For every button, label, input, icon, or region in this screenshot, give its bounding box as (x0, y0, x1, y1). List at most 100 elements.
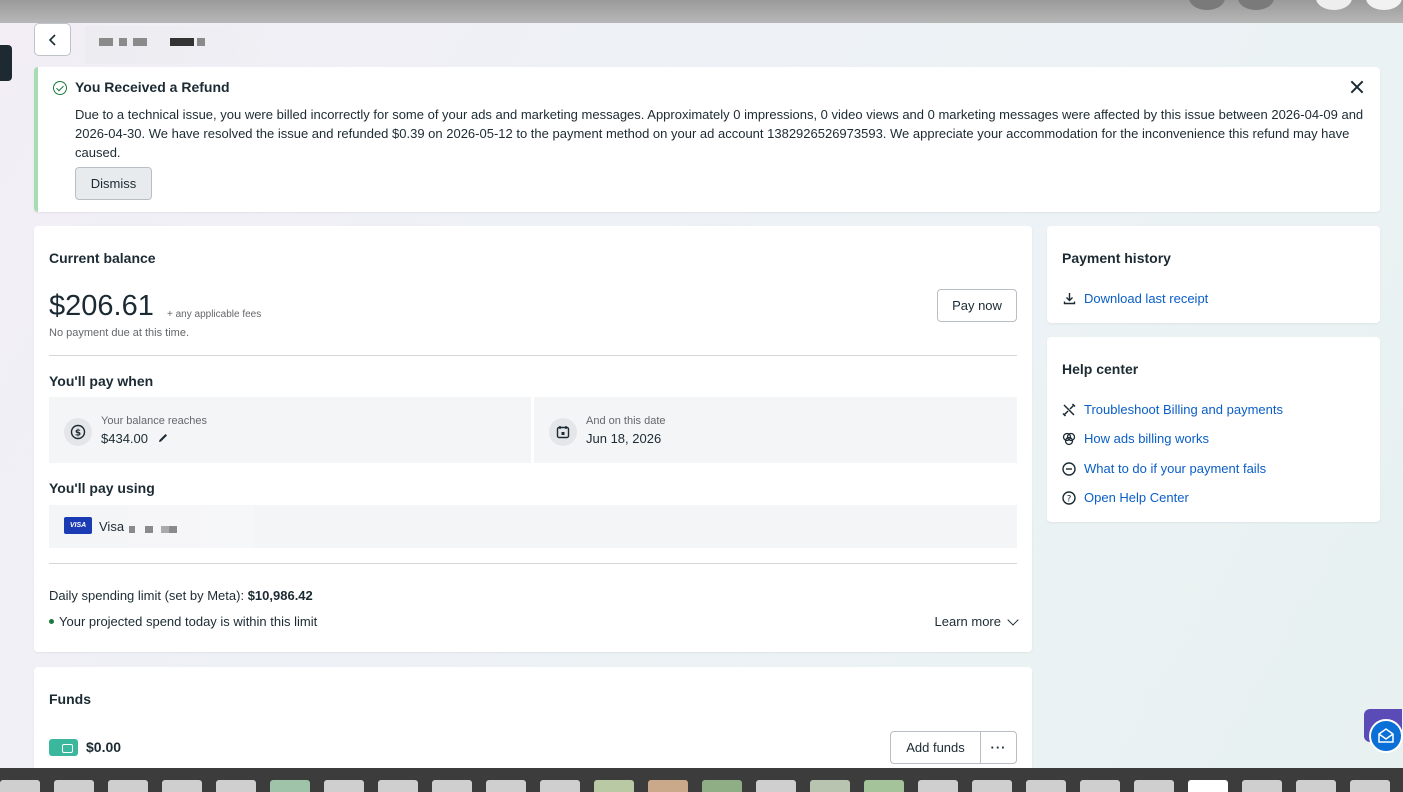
funds-heading: Funds (49, 691, 91, 707)
help-center-card: Help center Troubleshoot Billing and pay… (1047, 337, 1380, 522)
banner-message: Due to a technical issue, you were bille… (75, 107, 1364, 160)
balance-amount: $206.61 (49, 290, 154, 322)
chevron-left-icon (48, 33, 56, 46)
limit-label: Daily spending limit (set by Meta): (49, 588, 245, 603)
taskbar-item[interactable] (918, 780, 958, 792)
help-link-payment-fails[interactable]: What to do if your payment fails (1062, 461, 1266, 476)
browser-top-bar (0, 0, 1403, 23)
support-chat-button[interactable] (1369, 719, 1403, 753)
taskbar-item-active[interactable] (1188, 780, 1228, 792)
visa-card-icon: VISA (64, 517, 92, 534)
back-button[interactable] (34, 23, 71, 56)
question-icon: ? (1062, 490, 1076, 505)
taskbar-item[interactable] (756, 780, 796, 792)
taskbar-item[interactable] (1134, 780, 1174, 792)
download-receipt-link[interactable]: Download last receipt (1062, 291, 1208, 306)
check-circle-icon (53, 81, 67, 95)
help-link-label: What to do if your payment fails (1084, 461, 1267, 476)
taskbar (0, 768, 1403, 792)
divider (49, 563, 1017, 564)
balance-heading: Current balance (49, 250, 156, 266)
learn-more-label: Learn more (934, 614, 1001, 629)
tools-icon (1062, 402, 1076, 417)
threshold-label: Your balance reaches (101, 415, 208, 427)
taskbar-item[interactable] (1242, 780, 1282, 792)
funds-card: Funds $0.00 Add funds ··· (34, 667, 1032, 777)
threshold-box: $ Your balance reaches $434.00 (49, 397, 531, 463)
taskbar-item[interactable] (864, 780, 904, 792)
pay-using-heading: You'll pay using (49, 480, 155, 496)
side-panel-tab[interactable] (0, 45, 12, 81)
date-value: Jun 18, 2026 (586, 431, 662, 446)
taskbar-item[interactable] (54, 780, 94, 792)
breadcrumb (85, 26, 283, 64)
taskbar-item[interactable] (972, 780, 1012, 792)
taskbar-item[interactable] (486, 780, 526, 792)
taskbar-item[interactable] (378, 780, 418, 792)
avatar[interactable] (1366, 0, 1402, 10)
help-link-troubleshoot[interactable]: Troubleshoot Billing and payments (1062, 402, 1283, 417)
due-note: No payment due at this time. (49, 327, 190, 339)
avatar[interactable] (1238, 0, 1274, 10)
minus-circle-icon (1062, 461, 1076, 476)
card-number-masked (129, 505, 254, 548)
spending-limit: Daily spending limit (set by Meta): $10,… (49, 588, 313, 603)
pay-when-heading: You'll pay when (49, 373, 154, 389)
avatar[interactable] (1189, 0, 1225, 10)
taskbar-item[interactable] (594, 780, 634, 792)
wallet-icon (49, 739, 78, 756)
funds-amount: $0.00 (86, 739, 122, 755)
taskbar-item[interactable] (108, 780, 148, 792)
payment-history-card: Payment history Download last receipt (1047, 226, 1380, 323)
help-link-label: Open Help Center (1084, 490, 1189, 505)
avatar[interactable] (1316, 0, 1352, 10)
taskbar-item[interactable] (324, 780, 364, 792)
taskbar-item[interactable] (1296, 780, 1336, 792)
limit-value: $10,986.42 (247, 588, 313, 603)
dismiss-button[interactable]: Dismiss (75, 167, 152, 200)
help-link-open-help-center[interactable]: ? Open Help Center (1062, 490, 1189, 505)
divider (49, 355, 1017, 356)
more-options-button[interactable]: ··· (980, 731, 1017, 764)
pencil-icon[interactable] (157, 432, 169, 444)
threshold-amount: $434.00 (101, 431, 148, 446)
svg-text:?: ? (1067, 494, 1072, 504)
chevron-down-icon (1007, 613, 1019, 626)
taskbar-item[interactable] (810, 780, 850, 792)
learn-more-toggle[interactable]: Learn more (934, 613, 1019, 629)
add-funds-button[interactable]: Add funds (890, 731, 981, 764)
taskbar-item[interactable] (702, 780, 742, 792)
download-receipt-label: Download last receipt (1084, 291, 1209, 306)
close-icon[interactable] (1348, 78, 1366, 96)
dollar-circle-icon: $ (64, 418, 92, 446)
download-icon (1062, 292, 1076, 306)
taskbar-item[interactable] (1350, 780, 1390, 792)
payment-method-row[interactable]: VISA Visa (49, 505, 1017, 548)
taskbar-item[interactable] (162, 780, 202, 792)
status-dot-icon (49, 619, 54, 624)
fees-note: + any applicable fees (167, 309, 262, 320)
card-brand: Visa (99, 519, 125, 534)
projected-spend: Your projected spend today is within thi… (49, 614, 317, 629)
taskbar-item[interactable] (540, 780, 580, 792)
refund-banner: You Received a Refund Due to a technical… (34, 67, 1380, 212)
pay-now-button[interactable]: Pay now (937, 289, 1017, 322)
taskbar-item[interactable] (270, 780, 310, 792)
help-link-billing[interactable]: How ads billing works (1062, 431, 1209, 446)
taskbar-item[interactable] (1080, 780, 1120, 792)
taskbar-item[interactable] (0, 780, 40, 792)
help-link-label: How ads billing works (1084, 431, 1209, 446)
taskbar-item[interactable] (1026, 780, 1066, 792)
taskbar-item[interactable] (432, 780, 472, 792)
date-label: And on this date (586, 415, 666, 427)
billing-icon (1062, 432, 1076, 446)
calendar-icon (549, 418, 577, 446)
taskbar-item[interactable] (648, 780, 688, 792)
help-link-label: Troubleshoot Billing and payments (1084, 402, 1283, 417)
mail-icon (1378, 728, 1394, 743)
payment-history-heading: Payment history (1062, 250, 1171, 266)
current-balance-card: Current balance $206.61 + any applicable… (34, 226, 1032, 652)
date-box: And on this date Jun 18, 2026 (534, 397, 1017, 463)
taskbar-item[interactable] (216, 780, 256, 792)
svg-text:$: $ (75, 429, 81, 439)
